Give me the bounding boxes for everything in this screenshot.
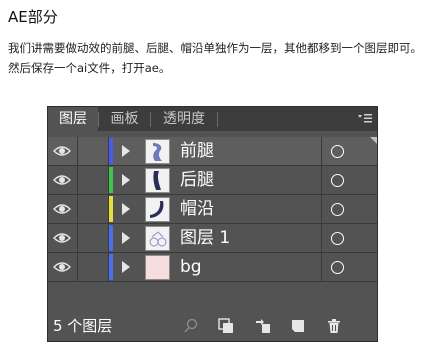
column-divider (321, 224, 322, 252)
create-sublayer-icon[interactable] (255, 318, 271, 334)
target-circle-icon[interactable] (331, 145, 344, 158)
column-divider (321, 195, 322, 223)
panel-footer: 5 个图层 (48, 311, 377, 341)
visibility-eye-icon[interactable] (48, 166, 76, 194)
layer-count: 5 个图层 (53, 317, 113, 335)
target-circle-icon[interactable] (331, 232, 344, 245)
panel-tabs: 图层 画板 透明度 (48, 107, 377, 131)
layer-color-indicator (109, 167, 113, 193)
layer-color-indicator (109, 254, 113, 280)
target-circle-icon[interactable] (331, 203, 344, 216)
tab-divider (217, 112, 218, 127)
layer-row[interactable]: bg (48, 253, 377, 282)
target-circle-icon[interactable] (331, 261, 344, 274)
selection-corner-indicator (370, 137, 377, 144)
expand-arrow-icon[interactable] (122, 261, 130, 273)
panel-menu-icon[interactable] (357, 111, 373, 126)
layer-row[interactable]: 图层 1 (48, 224, 377, 253)
search-icon[interactable] (183, 318, 199, 334)
lock-toggle[interactable] (77, 166, 109, 194)
layers-panel: 图层 画板 透明度 前腿 后腿 帽沿 图层 1 bg 5 个图层 (47, 106, 378, 342)
layer-thumbnail (145, 197, 170, 222)
lock-toggle[interactable] (77, 195, 109, 223)
layer-name[interactable]: 后腿 (180, 166, 214, 194)
column-divider (321, 137, 322, 165)
page-heading: AE部分 (8, 8, 58, 26)
column-divider (321, 253, 322, 281)
make-clipping-mask-icon[interactable] (218, 318, 234, 334)
layer-color-indicator (109, 225, 113, 251)
visibility-eye-icon[interactable] (48, 224, 76, 252)
layer-name[interactable]: 前腿 (180, 137, 214, 165)
column-divider (321, 166, 322, 194)
layer-row[interactable]: 后腿 (48, 166, 377, 195)
layer-thumbnail (145, 226, 170, 251)
tab-artboards[interactable]: 画板 (99, 107, 150, 131)
layer-name[interactable]: 帽沿 (180, 195, 214, 223)
visibility-eye-icon[interactable] (48, 195, 76, 223)
layer-row[interactable]: 前腿 (48, 137, 377, 166)
layer-row[interactable]: 帽沿 (48, 195, 377, 224)
expand-arrow-icon[interactable] (122, 145, 130, 157)
expand-arrow-icon[interactable] (122, 232, 130, 244)
intro-paragraph: 我们讲需要做动效的前腿、后腿、帽沿单独作为一层，其他都移到一个图层即可。然后保存… (8, 41, 422, 75)
lock-toggle[interactable] (77, 137, 109, 165)
layer-color-indicator (109, 196, 113, 222)
layer-thumbnail (145, 139, 170, 164)
tab-layers[interactable]: 图层 (48, 107, 98, 131)
lock-toggle[interactable] (77, 253, 109, 281)
lock-toggle[interactable] (77, 224, 109, 252)
layer-name[interactable]: bg (180, 253, 202, 281)
delete-icon[interactable] (326, 318, 342, 334)
target-circle-icon[interactable] (331, 174, 344, 187)
expand-arrow-icon[interactable] (122, 203, 130, 215)
layer-thumbnail (145, 168, 170, 193)
visibility-eye-icon[interactable] (48, 137, 76, 165)
layer-thumbnail (145, 255, 170, 280)
expand-arrow-icon[interactable] (122, 174, 130, 186)
layer-list: 前腿 后腿 帽沿 图层 1 bg (48, 137, 377, 282)
layer-name[interactable]: 图层 1 (180, 224, 230, 252)
visibility-eye-icon[interactable] (48, 253, 76, 281)
layer-color-indicator (109, 138, 113, 164)
tab-transparency[interactable]: 透明度 (151, 107, 217, 131)
new-layer-icon[interactable] (290, 318, 306, 334)
